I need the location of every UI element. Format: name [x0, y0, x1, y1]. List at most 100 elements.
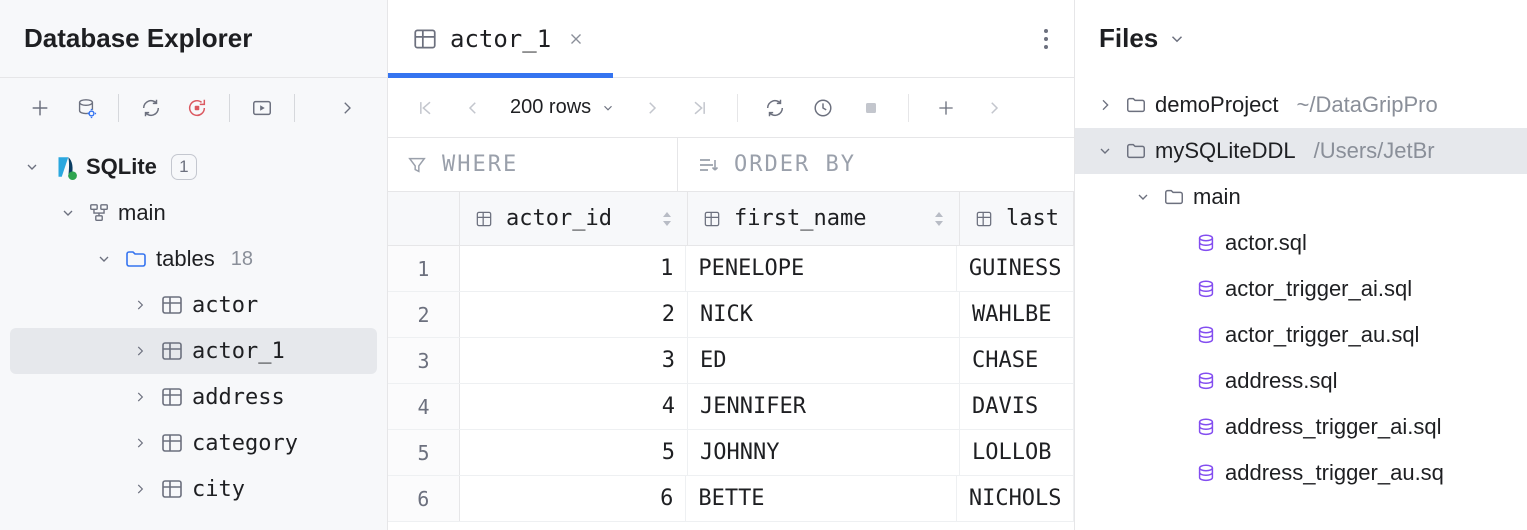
table-label: actor	[192, 293, 258, 318]
cell-actor-id[interactable]: 3	[460, 338, 688, 383]
schema-label: main	[118, 200, 166, 226]
folder-icon	[1163, 186, 1185, 208]
sql-file-icon	[1195, 462, 1217, 484]
chevron-down-icon[interactable]	[1131, 189, 1155, 205]
cell-first-name[interactable]: BETTE	[686, 476, 957, 521]
orderby-placeholder: ORDER BY	[734, 152, 856, 177]
cell-first-name[interactable]: NICK	[688, 292, 960, 337]
table-row[interactable]: 11PENELOPEGUINESS	[388, 246, 1074, 292]
cell-last-name[interactable]: LOLLOB	[960, 430, 1074, 475]
chevron-down-icon[interactable]	[1168, 30, 1186, 48]
root-path: ~/DataGripPro	[1297, 92, 1438, 118]
cell-actor-id[interactable]: 4	[460, 384, 688, 429]
cell-first-name[interactable]: ED	[688, 338, 960, 383]
column-header-last[interactable]: last	[960, 192, 1074, 245]
chevron-right-icon[interactable]	[128, 482, 152, 496]
chevron-down-icon[interactable]	[1093, 143, 1117, 159]
expand-collapse-button[interactable]	[327, 88, 367, 128]
tree-table[interactable]: city	[0, 466, 387, 512]
tab-close-button[interactable]	[563, 26, 589, 52]
where-filter[interactable]: WHERE	[388, 138, 678, 191]
folder-main[interactable]: main	[1075, 174, 1527, 220]
tree-table[interactable]: address	[0, 374, 387, 420]
column-header-first-name[interactable]: first_name	[688, 192, 960, 245]
stop-button[interactable]	[177, 88, 217, 128]
table-row[interactable]: 66BETTENICHOLS	[388, 476, 1074, 522]
cell-actor-id[interactable]: 1	[460, 246, 687, 291]
cell-first-name[interactable]: JENNIFER	[688, 384, 960, 429]
chevron-right-icon[interactable]	[128, 344, 152, 358]
file-item[interactable]: address.sql	[1075, 358, 1527, 404]
active-tab-indicator	[388, 73, 613, 78]
table-row[interactable]: 33EDCHASE	[388, 338, 1074, 384]
history-button[interactable]	[802, 88, 844, 128]
editor-tabbar: actor_1	[388, 0, 1074, 78]
file-item[interactable]: actor_trigger_ai.sql	[1075, 266, 1527, 312]
chevron-right-icon[interactable]	[1093, 97, 1117, 113]
file-label: address.sql	[1225, 368, 1338, 394]
table-row[interactable]: 22NICKWAHLBE	[388, 292, 1074, 338]
cell-actor-id[interactable]: 5	[460, 430, 688, 475]
row-number: 4	[388, 384, 460, 429]
column-name: last	[1006, 206, 1059, 231]
project-root-mysqliteddl[interactable]: mySQLiteDDL /Users/JetBr	[1075, 128, 1527, 174]
file-item[interactable]: actor.sql	[1075, 220, 1527, 266]
chevron-left-icon	[464, 99, 482, 117]
file-item[interactable]: address_trigger_au.sq	[1075, 450, 1527, 496]
table-icon	[160, 293, 184, 317]
reload-button[interactable]	[754, 88, 796, 128]
cell-first-name[interactable]: JOHNNY	[688, 430, 960, 475]
sort-indicator-icon[interactable]	[933, 210, 945, 228]
tree-table[interactable]: actor	[0, 282, 387, 328]
first-page-button[interactable]	[404, 88, 446, 128]
table-row[interactable]: 55JOHNNYLOLLOB	[388, 430, 1074, 476]
orderby-filter[interactable]: ORDER BY	[678, 138, 874, 191]
chevron-down-icon	[601, 101, 615, 115]
tree-table[interactable]: category	[0, 420, 387, 466]
file-label: address_trigger_au.sq	[1225, 460, 1444, 486]
add-row-button[interactable]	[925, 88, 967, 128]
chevron-right-icon[interactable]	[128, 436, 152, 450]
cell-first-name[interactable]: PENELOPE	[686, 246, 957, 291]
chevron-right-icon[interactable]	[128, 390, 152, 404]
add-button[interactable]	[20, 88, 60, 128]
next-page-button[interactable]	[631, 88, 673, 128]
root-label: mySQLiteDDL	[1155, 138, 1296, 164]
file-item[interactable]: actor_trigger_au.sql	[1075, 312, 1527, 358]
cell-last-name[interactable]: NICHOLS	[957, 476, 1074, 521]
folder-icon	[1125, 140, 1147, 162]
cell-actor-id[interactable]: 2	[460, 292, 688, 337]
cell-last-name[interactable]: GUINESS	[957, 246, 1074, 291]
chevron-down-icon[interactable]	[56, 205, 80, 221]
datasource-properties-button[interactable]	[66, 88, 106, 128]
cell-last-name[interactable]: DAVIS	[960, 384, 1074, 429]
file-item[interactable]: address_trigger_ai.sql	[1075, 404, 1527, 450]
tree-schema[interactable]: main	[0, 190, 387, 236]
cell-last-name[interactable]: CHASE	[960, 338, 1074, 383]
rows-dropdown[interactable]: 200 rows	[500, 88, 625, 128]
chevron-right-icon[interactable]	[128, 298, 152, 312]
cell-actor-id[interactable]: 6	[460, 476, 687, 521]
cancel-button[interactable]	[850, 88, 892, 128]
tabbar-more-button[interactable]	[1018, 0, 1074, 77]
row-number: 6	[388, 476, 460, 521]
prev-page-button[interactable]	[452, 88, 494, 128]
cell-last-name[interactable]: WAHLBE	[960, 292, 1074, 337]
last-page-icon	[690, 98, 710, 118]
tree-tables-folder[interactable]: tables 18	[0, 236, 387, 282]
refresh-button[interactable]	[131, 88, 171, 128]
query-console-button[interactable]	[242, 88, 282, 128]
column-header-actor-id[interactable]: actor_id	[460, 192, 688, 245]
row-number: 3	[388, 338, 460, 383]
tree-table[interactable]: actor_1	[10, 328, 377, 374]
table-row[interactable]: 44JENNIFERDAVIS	[388, 384, 1074, 430]
tree-datasource[interactable]: SQLite 1	[0, 144, 387, 190]
next-button[interactable]	[973, 88, 1015, 128]
chevron-down-icon[interactable]	[20, 159, 44, 175]
chevron-down-icon[interactable]	[92, 251, 116, 267]
project-root-demoproject[interactable]: demoProject ~/DataGripPro	[1075, 82, 1527, 128]
last-page-button[interactable]	[679, 88, 721, 128]
refresh-icon	[140, 97, 162, 119]
tab-actor-1[interactable]: actor_1	[388, 0, 613, 77]
sort-indicator-icon[interactable]	[661, 210, 673, 228]
